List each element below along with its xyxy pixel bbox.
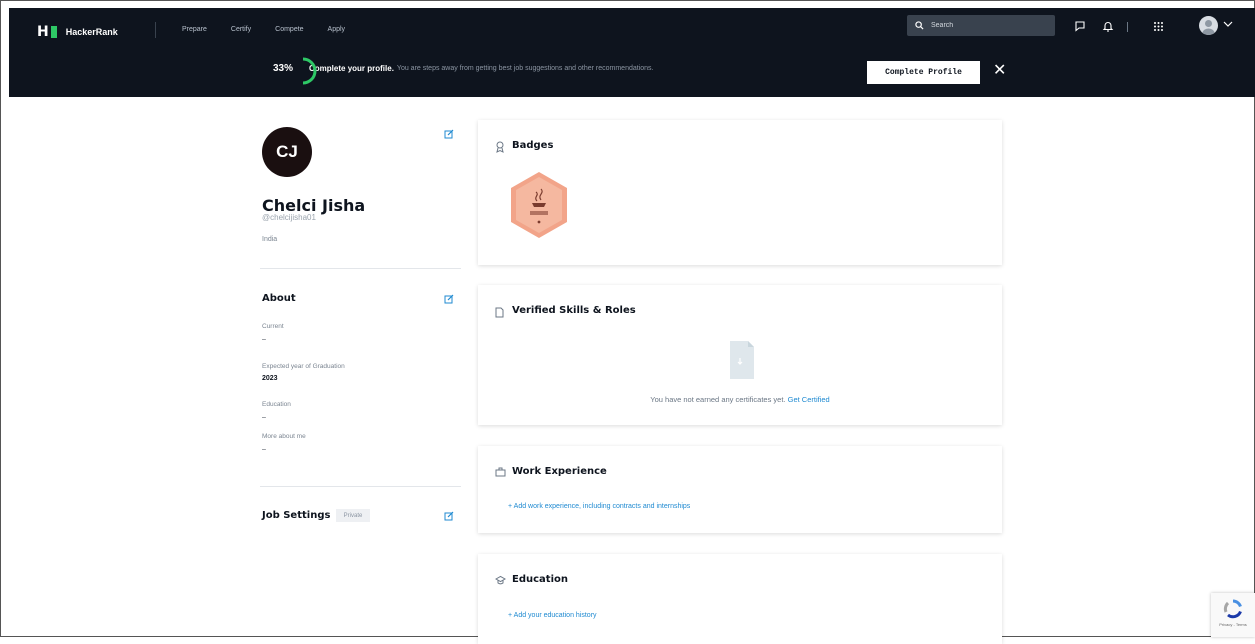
recaptcha-text: Privacy - Terms [1219, 622, 1247, 627]
education-card: Education + Add your education history [478, 554, 1002, 644]
nav-certify[interactable]: Certify [231, 26, 251, 33]
close-banner-button[interactable]: ✕ [993, 63, 1006, 79]
empty-certificate-icon [730, 341, 754, 379]
nav-prepare[interactable]: Prepare [182, 26, 207, 33]
education-title: Education [512, 574, 568, 585]
header-divider [1127, 22, 1128, 32]
about-education-label: Education [262, 401, 291, 408]
hackerrank-logo[interactable]: H HackerRank [37, 24, 118, 40]
work-experience-title: Work Experience [512, 466, 607, 477]
badge-icon [496, 141, 504, 153]
education-cap-icon [495, 575, 506, 585]
notifications-bell-icon[interactable] [1101, 19, 1115, 33]
document-icon [495, 307, 504, 318]
verified-skills-card: Verified Skills & Roles You have not ear… [478, 285, 1002, 425]
add-work-experience-link[interactable]: + Add work experience, including contrac… [508, 503, 690, 510]
search-box[interactable] [907, 15, 1055, 36]
verified-skills-title: Verified Skills & Roles [512, 305, 636, 316]
about-more-label: More about me [262, 433, 306, 440]
section-divider [260, 268, 461, 269]
banner-text: You are steps away from getting best job… [396, 65, 654, 72]
complete-profile-button[interactable]: Complete Profile [867, 61, 980, 84]
badges-title: Badges [512, 140, 554, 151]
completion-progress-ring [302, 57, 317, 85]
get-certified-link[interactable]: Get Certified [788, 395, 830, 404]
section-divider [260, 486, 461, 487]
java-badge-hexagon[interactable] [508, 170, 570, 240]
about-title: About [262, 293, 296, 304]
completion-percent: 33% [273, 63, 294, 74]
chevron-down-icon[interactable] [1223, 20, 1233, 28]
search-icon [915, 21, 924, 30]
briefcase-icon [495, 467, 506, 477]
top-header: H HackerRank Prepare Certify Compete App… [9, 8, 1255, 97]
logo-mark-icon: H [37, 24, 57, 40]
work-experience-card: Work Experience + Add work experience, i… [478, 446, 1002, 533]
private-badge: Private [336, 509, 370, 522]
apps-grid-icon[interactable] [1151, 19, 1165, 33]
recaptcha-icon [1223, 599, 1242, 619]
user-avatar-menu[interactable] [1199, 16, 1218, 35]
nav-compete[interactable]: Compete [275, 26, 303, 33]
about-graduation-value: 2023 [262, 375, 278, 382]
profile-completion-banner: 33% Complete your profile. You are steps… [273, 57, 654, 85]
recaptcha-badge[interactable]: Privacy - Terms [1211, 593, 1255, 637]
messages-icon[interactable] [1073, 19, 1087, 33]
about-current-label: Current [262, 323, 284, 330]
profile-avatar: CJ [262, 127, 312, 177]
about-graduation-label: Expected year of Graduation [262, 363, 345, 370]
add-education-link[interactable]: + Add your education history [508, 612, 597, 619]
profile-country: India [262, 236, 278, 243]
edit-job-settings-icon[interactable] [444, 511, 454, 521]
search-input[interactable] [929, 21, 1043, 30]
logo-text: HackerRank [65, 27, 118, 37]
user-silhouette-icon [1202, 20, 1215, 35]
main-nav: Prepare Certify Compete Apply [182, 26, 345, 33]
about-more-value: – [262, 446, 266, 453]
edit-about-icon[interactable] [444, 294, 454, 304]
about-current-value: – [262, 336, 266, 343]
no-certificates-text: You have not earned any certificates yet… [650, 395, 786, 404]
badges-card: Badges [478, 120, 1002, 265]
about-education-value: – [262, 414, 266, 421]
nav-apply[interactable]: Apply [328, 26, 346, 33]
edit-profile-icon[interactable] [444, 129, 454, 139]
nav-divider [155, 22, 156, 38]
job-settings-title: Job Settings [262, 510, 331, 521]
no-certificates-message: You have not earned any certificates yet… [478, 395, 1002, 404]
profile-handle: @chelcijisha01 [262, 213, 316, 222]
